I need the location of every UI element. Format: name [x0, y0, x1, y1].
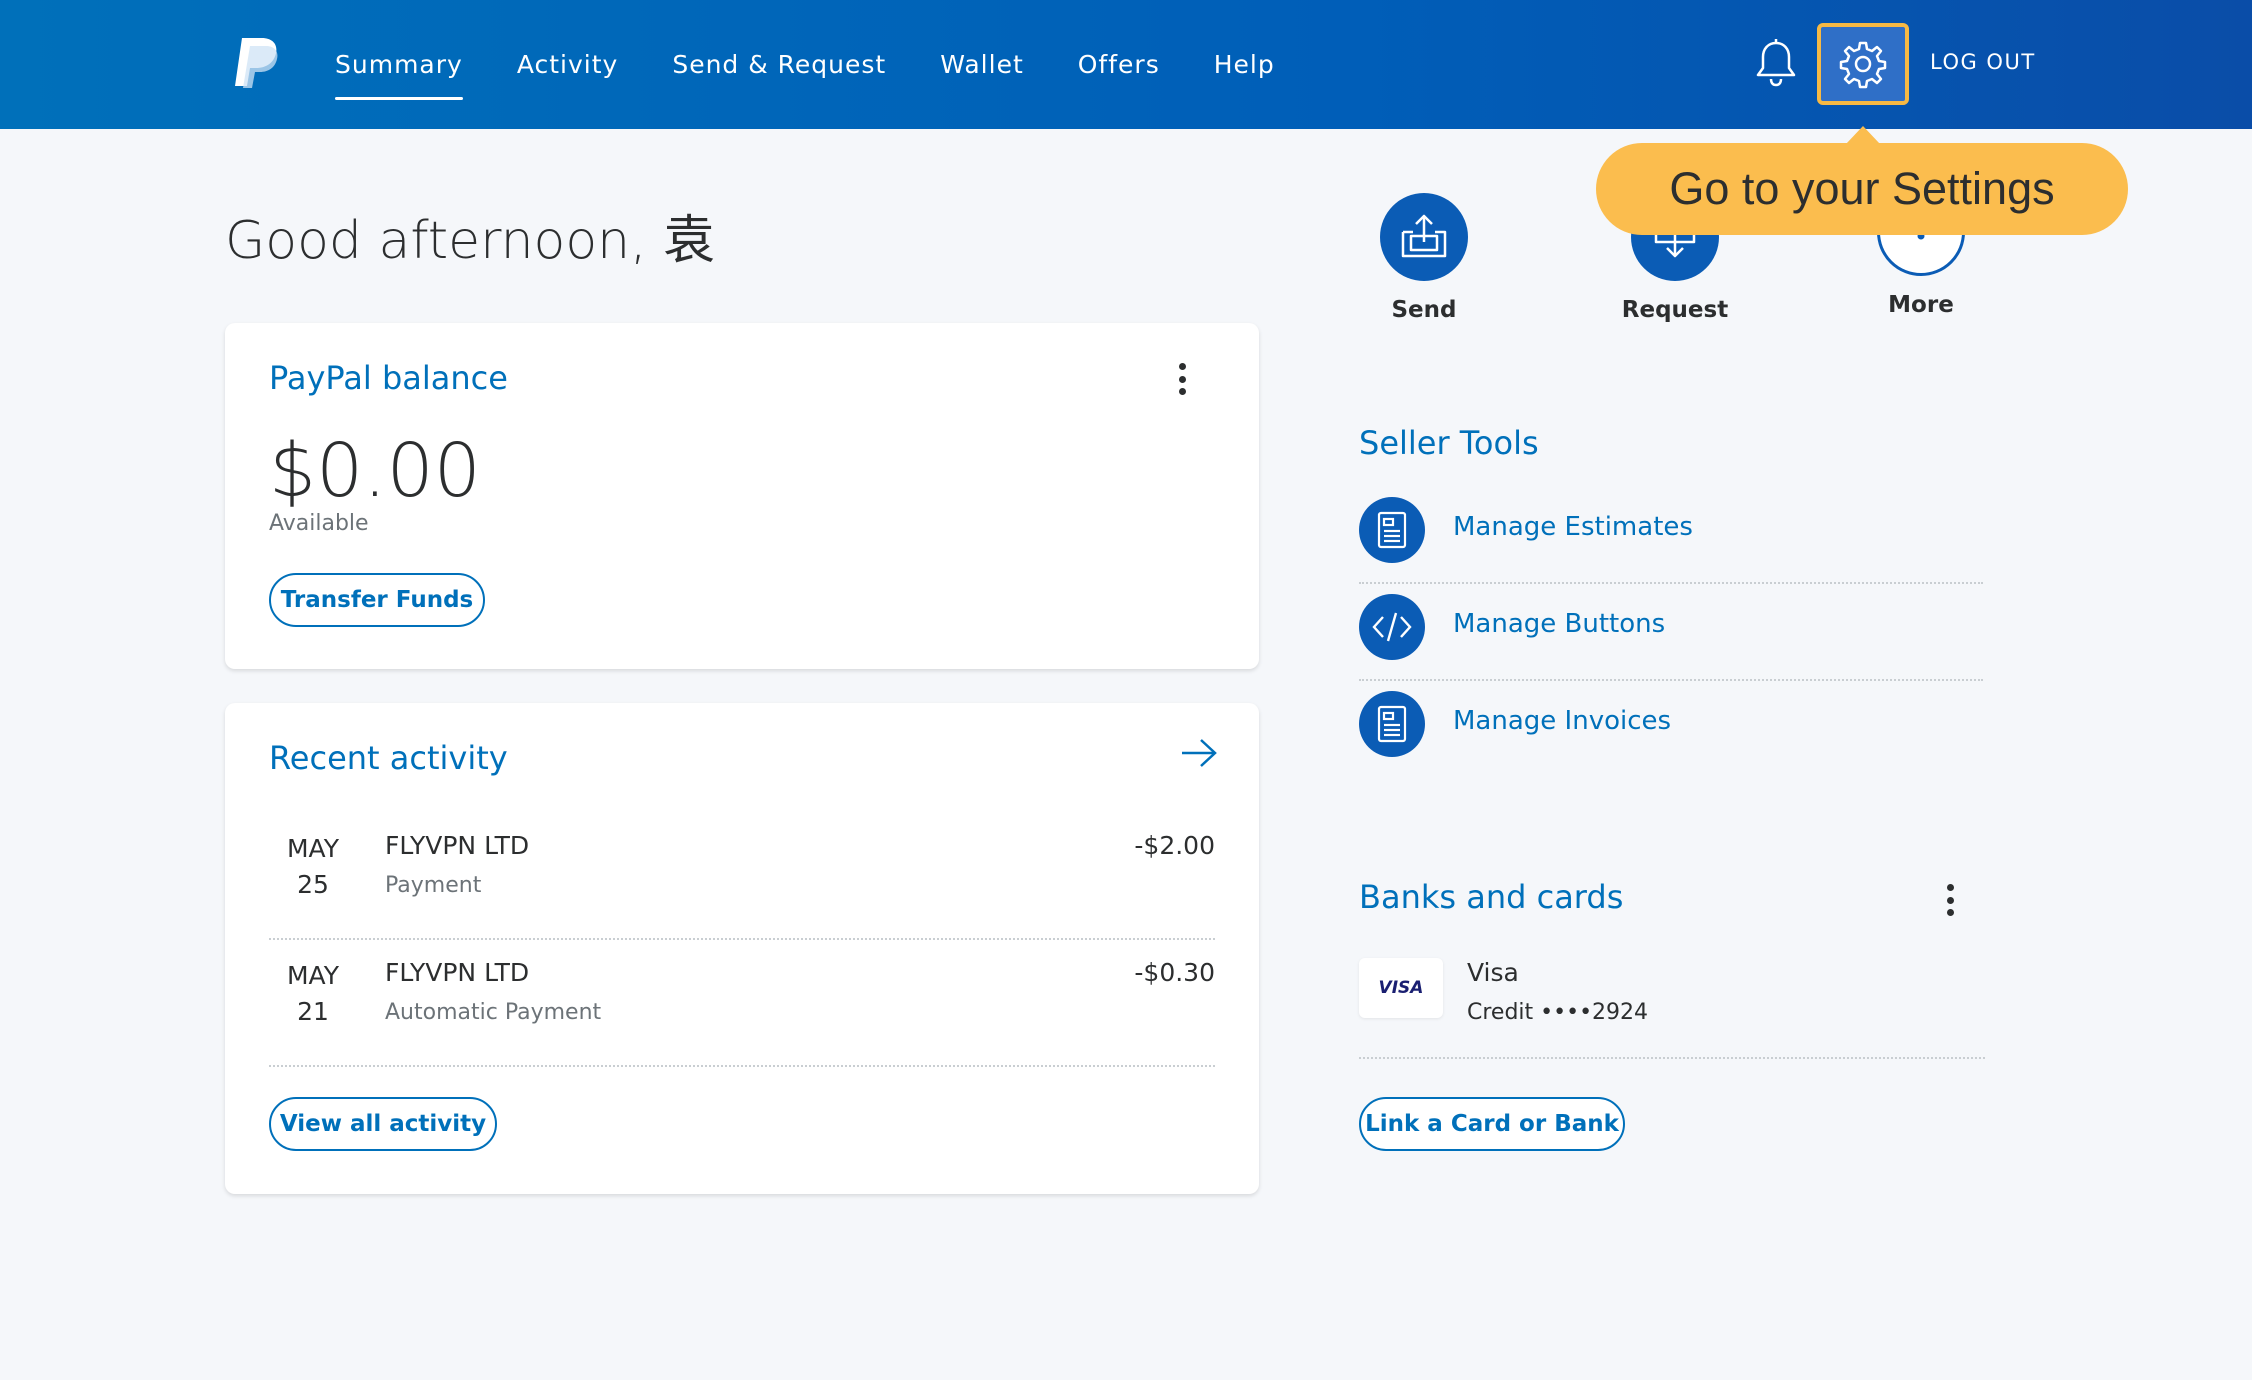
paypal-logo-icon[interactable] [232, 36, 282, 90]
settings-tooltip: Go to your Settings [1596, 143, 2128, 235]
card-number: Credit ••••2924 [1467, 1000, 1649, 1025]
activity-row[interactable]: MAY 25 FLYVPN LTD Payment -$2.00 [269, 813, 1215, 940]
document-icon [1359, 497, 1425, 563]
balance-available-label: Available [269, 511, 369, 536]
activity-type: Automatic Payment [385, 1000, 602, 1025]
activity-row[interactable]: MAY 21 FLYVPN LTD Automatic Payment -$0.… [269, 940, 1215, 1067]
transfer-funds-button[interactable]: Transfer Funds [269, 573, 485, 627]
activity-day: 25 [297, 870, 329, 899]
card-name[interactable]: Visa [1467, 958, 1519, 987]
activity-amount: -$0.30 [1134, 958, 1215, 987]
request-label: Request [1621, 297, 1729, 323]
seller-tools-title: Seller Tools [1359, 424, 1539, 462]
manage-buttons-label: Manage Buttons [1453, 609, 1666, 639]
visa-card-logo-icon: VISA [1359, 958, 1443, 1018]
send-label: Send [1391, 297, 1457, 323]
settings-button[interactable] [1817, 23, 1909, 105]
send-money-icon [1380, 193, 1468, 281]
nav-send-request[interactable]: Send & Request [672, 0, 886, 129]
manage-estimates-link[interactable]: Manage Estimates [1359, 487, 1983, 584]
main-nav: Summary Activity Send & Request Wallet O… [335, 0, 1275, 129]
activity-merchant: FLYVPN LTD [385, 831, 530, 860]
paypal-balance-card: PayPal balance $0.00 Available Transfer … [225, 323, 1259, 669]
link-card-or-bank-button[interactable]: Link a Card or Bank [1359, 1097, 1625, 1151]
banks-and-cards-title: Banks and cards [1359, 878, 1624, 916]
balance-amount: $0.00 [269, 428, 481, 514]
recent-activity-card: Recent activity MAY 25 FLYVPN LTD Paymen… [225, 703, 1259, 1194]
more-label: More [1888, 292, 1954, 318]
activity-day: 21 [297, 997, 329, 1026]
view-all-activity-button[interactable]: View all activity [269, 1097, 497, 1151]
gear-icon [1839, 41, 1887, 89]
send-action[interactable]: Send [1359, 193, 1489, 323]
nav-help[interactable]: Help [1214, 0, 1275, 129]
tooltip-pointer [1846, 126, 1880, 144]
activity-month: MAY [286, 961, 339, 990]
manage-estimates-label: Manage Estimates [1453, 512, 1693, 542]
manage-invoices-link[interactable]: Manage Invoices [1359, 681, 1983, 778]
activity-amount: -$2.00 [1134, 831, 1215, 860]
nav-wallet[interactable]: Wallet [940, 0, 1024, 129]
banks-kebab-menu-icon[interactable] [1940, 880, 1960, 920]
nav-offers[interactable]: Offers [1078, 0, 1160, 129]
balance-kebab-menu-icon[interactable] [1172, 359, 1192, 399]
notification-bell-icon[interactable] [1752, 38, 1800, 90]
code-icon [1359, 594, 1425, 660]
greeting-heading: Good afternoon, 袁 [225, 211, 716, 271]
document-icon [1359, 691, 1425, 757]
balance-card-title[interactable]: PayPal balance [269, 359, 508, 397]
activity-merchant: FLYVPN LTD [385, 958, 530, 987]
arrow-right-icon[interactable] [1179, 735, 1219, 771]
activity-date: MAY 25 [269, 831, 357, 903]
activity-type: Payment [385, 873, 482, 898]
logout-link[interactable]: LOG OUT [1930, 50, 2036, 74]
activity-date: MAY 21 [269, 958, 357, 1030]
activity-month: MAY [286, 834, 339, 863]
activity-card-title[interactable]: Recent activity [269, 739, 508, 777]
nav-summary[interactable]: Summary [335, 0, 463, 129]
manage-invoices-label: Manage Invoices [1453, 706, 1672, 736]
divider [1359, 1057, 1985, 1059]
nav-activity[interactable]: Activity [517, 0, 619, 129]
top-navigation-bar: Summary Activity Send & Request Wallet O… [0, 0, 2252, 129]
manage-buttons-link[interactable]: Manage Buttons [1359, 584, 1983, 681]
